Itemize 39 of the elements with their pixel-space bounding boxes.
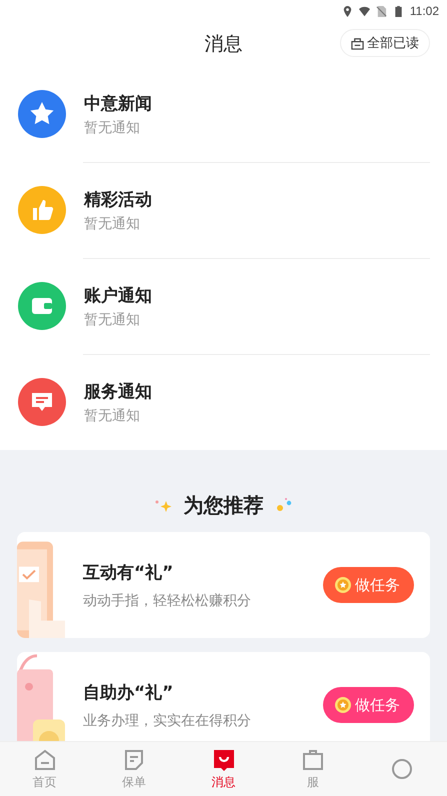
no-sim-icon xyxy=(376,6,387,16)
do-task-button[interactable]: 做任务 xyxy=(323,567,414,603)
message-row[interactable]: 中意新闻 暂无通知 xyxy=(0,66,447,162)
tab-label: 服 xyxy=(306,774,319,790)
coin-icon xyxy=(335,577,351,593)
tab-item[interactable]: 消息 xyxy=(178,742,268,796)
message-subtitle: 暂无通知 xyxy=(84,118,141,136)
task-title: 互动有“礼” xyxy=(83,562,174,584)
page-title: 消息 xyxy=(204,32,242,57)
do-task-button[interactable]: 做任务 xyxy=(323,687,414,723)
message-row[interactable]: 精彩活动 暂无通知 xyxy=(0,162,447,258)
tab-item[interactable]: 首页 xyxy=(0,742,90,796)
battery-icon xyxy=(392,6,404,16)
tab-label: 首页 xyxy=(32,774,57,790)
tab-label: 保单 xyxy=(122,774,146,790)
wifi-icon xyxy=(358,6,370,16)
tab-item[interactable]: 保单 xyxy=(89,742,179,796)
inbox-icon xyxy=(351,36,364,50)
location-icon xyxy=(342,6,353,16)
message-title: 服务通知 xyxy=(84,380,152,402)
home-icon xyxy=(32,748,57,772)
message-row[interactable]: 账户通知 暂无通知 xyxy=(0,258,447,354)
task-description: 业务办理，实实在在得积分 xyxy=(83,712,252,730)
tab-item[interactable]: 服 xyxy=(268,742,358,796)
message-subtitle: 暂无通知 xyxy=(84,214,141,232)
section-title: 为您推荐 xyxy=(184,492,264,518)
clock-time: 11:02 xyxy=(410,4,439,18)
message-title: 中意新闻 xyxy=(84,92,152,114)
message-title: 精彩活动 xyxy=(84,188,152,210)
message-row[interactable]: 服务通知 暂无通知 xyxy=(0,354,447,450)
message-subtitle: 暂无通知 xyxy=(84,310,141,328)
message-title: 账户通知 xyxy=(84,284,152,306)
task-description: 动动手指，轻轻松松赚积分 xyxy=(83,592,252,610)
msg-icon xyxy=(212,748,236,772)
message-subtitle: 暂无通知 xyxy=(84,406,141,424)
mark-all-read-button[interactable]: 全部已读 xyxy=(340,29,430,57)
coin-icon xyxy=(335,697,351,713)
tab-label: 消息 xyxy=(212,774,236,790)
task-title: 自助办“礼” xyxy=(83,682,174,704)
